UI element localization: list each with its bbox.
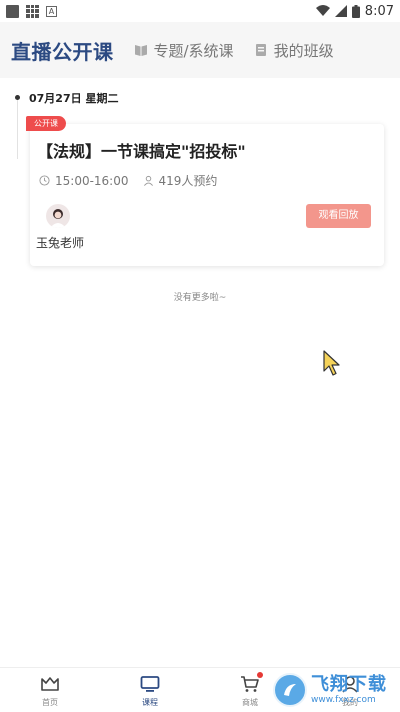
wifi-icon: [315, 5, 330, 16]
person-icon: [143, 175, 153, 186]
battery-icon: [351, 4, 360, 18]
nav-courses[interactable]: 课程: [100, 668, 200, 712]
watermark-text: 飞翔下载: [311, 673, 387, 695]
date-label: 07月27日 星期二: [29, 92, 119, 105]
app-grid-icon: [26, 4, 39, 18]
timeline-dot: [15, 95, 20, 100]
teacher-avatar: [46, 204, 70, 228]
crown-icon: [41, 677, 59, 691]
course-title: 【法规】一节课搞定"招投标": [37, 142, 246, 161]
signal-icon: [334, 5, 347, 17]
reservation-count: 419人预约: [158, 174, 218, 188]
open-class-badge: 公开课: [26, 116, 66, 131]
clock-time: 8:07: [364, 3, 394, 19]
tv-icon: [140, 676, 160, 692]
watermark-logo-icon: [273, 672, 307, 707]
nav-label: 商城: [242, 698, 258, 707]
course-card[interactable]: 公开课 【法规】一节课搞定"招投标" 15:00-16:00 419人预约 玉兔…: [26, 116, 384, 266]
teacher-name: 玉兔老师: [36, 236, 85, 250]
no-more-text: 没有更多啦~: [173, 293, 227, 303]
tab-label: 我的班级: [273, 41, 334, 60]
status-bar: A 8:07: [0, 0, 400, 22]
tab-label: 专题/系统课: [153, 41, 234, 60]
nav-label: 课程: [142, 698, 158, 707]
mouse-cursor-icon: [323, 350, 340, 376]
clock-icon: [39, 175, 50, 186]
timeline-line: [17, 97, 18, 159]
cart-icon: [241, 676, 259, 692]
tab-topics-system-courses[interactable]: 专题/系统课: [134, 40, 234, 61]
watch-replay-button[interactable]: 观看回放: [306, 204, 371, 228]
notification-dot: [257, 672, 263, 678]
watermark: 飞翔下载 www.fxxz.com: [273, 667, 400, 712]
book-icon: [134, 45, 147, 56]
top-tab-bar: 直播公开课 专题/系统课 我的班级: [0, 22, 400, 78]
notebook-icon: [255, 44, 266, 56]
tab-live-open-class[interactable]: 直播公开课: [11, 36, 114, 65]
nav-home[interactable]: 首页: [0, 668, 100, 712]
course-time: 15:00-16:00: [55, 173, 129, 188]
notification-square-icon: [6, 4, 19, 18]
watermark-url: www.fxxz.com: [311, 694, 376, 705]
a-notification-icon: A: [46, 5, 57, 17]
nav-label: 首页: [42, 698, 58, 707]
tab-my-class[interactable]: 我的班级: [254, 40, 334, 61]
course-meta: 15:00-16:00 419人预约: [39, 172, 217, 189]
